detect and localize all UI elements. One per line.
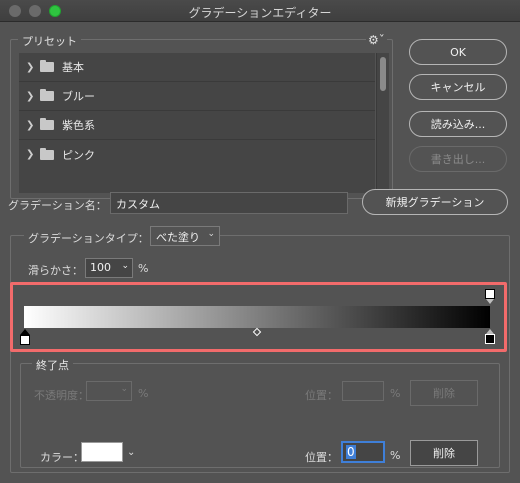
opacity-position-unit: % bbox=[390, 387, 401, 400]
title-bar: グラデーションエディター bbox=[0, 0, 520, 22]
chevron-down-icon[interactable]: ⌄ bbox=[121, 261, 129, 271]
dialog-body: プリセット ⚙ˇ ❯ 基本 ❯ ブルー ❯ 紫色系 ❯ ピンク OK キャンセル… bbox=[0, 23, 520, 483]
scrollbar-thumb[interactable] bbox=[380, 57, 386, 91]
opacity-unit: % bbox=[138, 387, 149, 400]
folder-icon bbox=[40, 118, 54, 130]
color-position-input[interactable]: 0 bbox=[342, 442, 384, 462]
gradient-preview-bar[interactable] bbox=[24, 306, 490, 328]
chevron-down-icon[interactable]: ⌄ bbox=[127, 447, 135, 458]
opacity-label: 不透明度： bbox=[34, 389, 89, 402]
folder-icon bbox=[40, 89, 54, 101]
cancel-button[interactable]: キャンセル bbox=[409, 74, 507, 100]
smoothness-value: 100 bbox=[90, 261, 111, 274]
gear-icon[interactable]: ⚙ˇ bbox=[366, 33, 387, 47]
smoothness-label: 滑らかさ： bbox=[28, 264, 83, 277]
color-position-value: 0 bbox=[346, 445, 356, 459]
preset-folder-item[interactable]: ❯ 紫色系 bbox=[19, 111, 375, 140]
chevron-right-icon[interactable]: ❯ bbox=[26, 91, 36, 102]
gradient-type-label: グラデーションタイプ： bbox=[24, 230, 153, 246]
color-stop-left[interactable] bbox=[20, 335, 30, 345]
preset-folder-item[interactable]: ❯ ピンク bbox=[19, 140, 375, 169]
preset-folder-item[interactable]: ❯ 基本 bbox=[19, 53, 375, 82]
preset-scrollbar[interactable] bbox=[376, 53, 389, 193]
chevron-down-icon[interactable]: ⌄ bbox=[120, 384, 128, 394]
preset-folder-label: ブルー bbox=[62, 90, 95, 103]
chevron-right-icon[interactable]: ❯ bbox=[26, 62, 36, 73]
smoothness-unit: % bbox=[138, 262, 149, 275]
chevron-right-icon[interactable]: ❯ bbox=[26, 149, 36, 160]
color-swatch[interactable] bbox=[81, 442, 123, 462]
delete-color-stop-button[interactable]: 削除 bbox=[410, 440, 478, 466]
opacity-position-input[interactable] bbox=[342, 381, 384, 401]
preset-folder-label: 基本 bbox=[62, 61, 84, 74]
opacity-stop-right[interactable] bbox=[485, 289, 495, 299]
opacity-input[interactable]: ⌄ bbox=[86, 381, 132, 401]
stops-label: 終了点 bbox=[32, 357, 73, 373]
gradient-type-select[interactable]: べた塗り ⌄ bbox=[150, 226, 220, 246]
preset-folder-item[interactable]: ❯ ブルー bbox=[19, 82, 375, 111]
preset-list: ❯ 基本 ❯ ブルー ❯ 紫色系 ❯ ピンク bbox=[19, 53, 375, 193]
export-button[interactable]: 書き出し... bbox=[409, 146, 507, 172]
smoothness-input[interactable]: 100 ⌄ bbox=[85, 258, 133, 278]
new-gradient-button[interactable]: 新規グラデーション bbox=[362, 189, 508, 215]
ok-button[interactable]: OK bbox=[409, 39, 507, 65]
folder-icon bbox=[40, 60, 54, 72]
color-position-unit: % bbox=[390, 449, 401, 462]
gradient-name-input[interactable]: カスタム bbox=[110, 192, 348, 214]
opacity-stop-right-pointer bbox=[486, 299, 494, 304]
preset-folder-label: 紫色系 bbox=[62, 119, 95, 132]
color-label: カラー： bbox=[40, 451, 84, 464]
opacity-position-label: 位置： bbox=[305, 389, 338, 402]
window-title: グラデーションエディター bbox=[188, 6, 332, 20]
color-stop-right[interactable] bbox=[485, 334, 495, 344]
gradient-type-value: べた塗り bbox=[156, 231, 200, 244]
load-button[interactable]: 読み込み... bbox=[409, 111, 507, 137]
presets-label: プリセット bbox=[18, 33, 81, 49]
color-position-label: 位置： bbox=[305, 451, 338, 464]
chevron-right-icon[interactable]: ❯ bbox=[26, 120, 36, 131]
chevron-down-icon: ⌄ bbox=[207, 229, 215, 239]
preset-folder-label: ピンク bbox=[62, 148, 95, 162]
delete-opacity-stop-button[interactable]: 削除 bbox=[410, 380, 478, 406]
gradient-name-label: グラデーション名： bbox=[8, 199, 107, 212]
folder-icon bbox=[40, 147, 54, 160]
